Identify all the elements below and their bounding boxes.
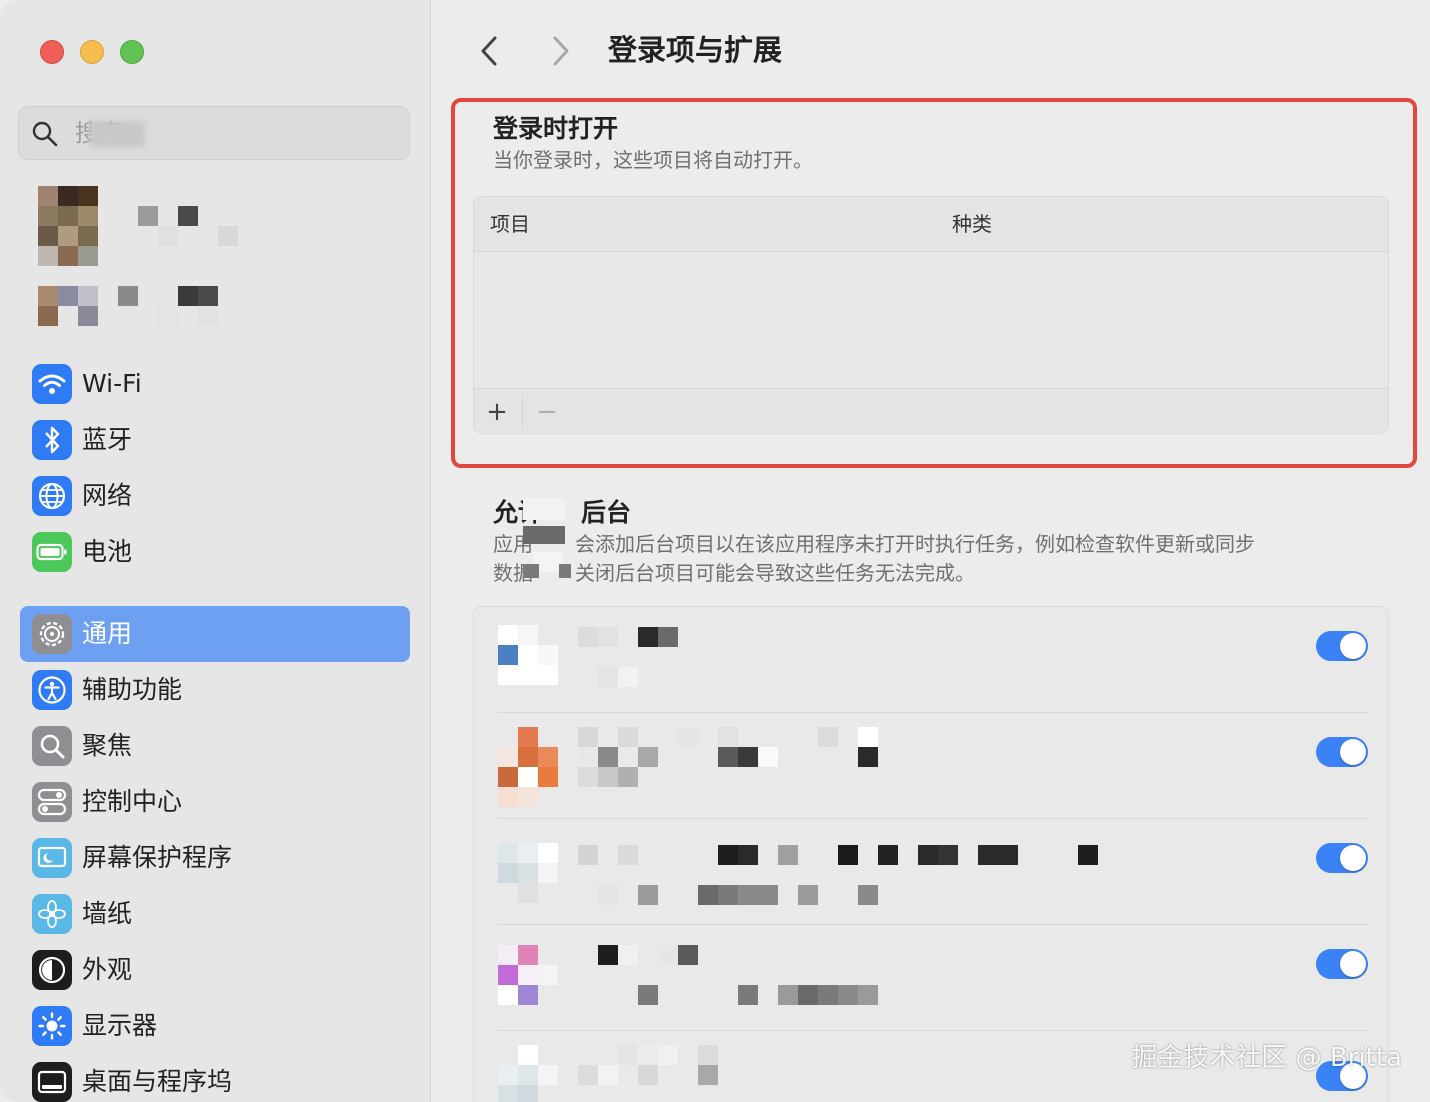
settings-window: 搜索 Wi-Fi 蓝牙 bbox=[0, 0, 1430, 1102]
sidebar-item-label: 通用 bbox=[82, 619, 133, 648]
sidebar-item-battery[interactable]: 电池 bbox=[20, 524, 410, 580]
screensaver-icon bbox=[32, 838, 72, 878]
column-header-kind[interactable]: 种类 bbox=[952, 209, 992, 239]
subtitle-part: 会添加后台项目以在该应用程序未打开时执行任务，例如检查软件更新或同步 bbox=[575, 532, 1255, 556]
bluetooth-icon bbox=[32, 420, 72, 460]
zoom-window-button[interactable] bbox=[120, 40, 144, 64]
sidebar-item-label: 显示器 bbox=[82, 1011, 158, 1040]
accessibility-icon bbox=[32, 670, 72, 710]
table-header: 项目 种类 bbox=[474, 197, 1388, 252]
sidebar-item-accessibility[interactable]: 辅助功能 bbox=[20, 662, 410, 718]
sidebar-item-label: 屏幕保护程序 bbox=[82, 843, 233, 872]
gear-icon bbox=[32, 614, 72, 654]
redaction-mask bbox=[523, 492, 573, 588]
table-toolbar: + − bbox=[474, 388, 1388, 435]
sidebar-item-displays[interactable]: 显示器 bbox=[20, 998, 410, 1054]
list-item[interactable] bbox=[474, 607, 1388, 713]
background-item-toggle[interactable] bbox=[1316, 949, 1368, 979]
sidebar-item-label: 墙纸 bbox=[82, 899, 133, 928]
background-item-toggle[interactable] bbox=[1316, 631, 1368, 661]
remove-item-button[interactable]: − bbox=[524, 395, 570, 429]
search-icon bbox=[32, 121, 58, 147]
minimize-window-button[interactable] bbox=[80, 40, 104, 64]
sidebar-item-wallpaper[interactable]: 墙纸 bbox=[20, 886, 410, 942]
search-input[interactable]: 搜索 bbox=[18, 106, 410, 160]
sidebar: 搜索 Wi-Fi 蓝牙 bbox=[0, 0, 431, 1102]
sidebar-item-appearance[interactable]: 外观 bbox=[20, 942, 410, 998]
globe-icon bbox=[32, 476, 72, 516]
sidebar-item-label: 电池 bbox=[82, 537, 133, 566]
sidebar-item-label: 蓝牙 bbox=[82, 425, 133, 454]
sidebar-item-control-center[interactable]: 控制中心 bbox=[20, 774, 410, 830]
sidebar-item-network[interactable]: 网络 bbox=[20, 468, 410, 524]
redaction-mask bbox=[89, 121, 145, 147]
sidebar-item-label: Wi-Fi bbox=[82, 369, 142, 398]
main-panel: 登录项与扩展 登录时打开 当你登录时，这些项目将自动打开。 项目 种类 + − … bbox=[431, 0, 1430, 1102]
sidebar-item-label: 辅助功能 bbox=[82, 675, 183, 704]
close-window-button[interactable] bbox=[40, 40, 64, 64]
sidebar-item-label: 聚焦 bbox=[82, 731, 133, 760]
sidebar-item-wifi[interactable]: Wi-Fi bbox=[20, 356, 410, 412]
sidebar-item-label: 桌面与程序坞 bbox=[82, 1067, 233, 1096]
list-item[interactable] bbox=[474, 925, 1388, 1031]
sidebar-item-general[interactable]: 通用 bbox=[20, 606, 410, 662]
background-items-list bbox=[473, 606, 1389, 1102]
background-section-subtitle: 应用 会添加后台项目以在该应用程序未打开时执行任务，例如检查软件更新或同步 数据关… bbox=[493, 530, 1353, 588]
account-avatar[interactable] bbox=[38, 186, 238, 326]
battery-icon bbox=[32, 532, 72, 572]
watermark-text: 掘金技术社区 @ Britta bbox=[1131, 1043, 1402, 1073]
brightness-icon bbox=[32, 1006, 72, 1046]
magnifier-icon bbox=[32, 726, 72, 766]
divider bbox=[522, 397, 523, 427]
column-header-item[interactable]: 项目 bbox=[490, 209, 530, 239]
sidebar-item-label: 网络 bbox=[82, 481, 133, 510]
appearance-icon bbox=[32, 950, 72, 990]
sidebar-item-bluetooth[interactable]: 蓝牙 bbox=[20, 412, 410, 468]
page-title: 登录项与扩展 bbox=[608, 33, 783, 67]
list-item[interactable] bbox=[474, 819, 1388, 925]
login-section-title: 登录时打开 bbox=[493, 114, 619, 143]
sidebar-item-desktop-dock[interactable]: 桌面与程序坞 bbox=[20, 1054, 410, 1102]
sidebar-item-label: 外观 bbox=[82, 955, 133, 984]
dock-icon bbox=[32, 1062, 72, 1102]
login-items-table[interactable]: 项目 种类 + − bbox=[473, 196, 1389, 435]
add-item-button[interactable]: + bbox=[474, 395, 520, 429]
toggles-icon bbox=[32, 782, 72, 822]
list-item[interactable] bbox=[474, 713, 1388, 819]
background-item-toggle[interactable] bbox=[1316, 843, 1368, 873]
sidebar-item-label: 控制中心 bbox=[82, 787, 183, 816]
forward-button[interactable] bbox=[545, 34, 575, 68]
sidebar-item-spotlight[interactable]: 聚焦 bbox=[20, 718, 410, 774]
login-section-subtitle: 当你登录时，这些项目将自动打开。 bbox=[493, 148, 813, 172]
flower-icon bbox=[32, 894, 72, 934]
title-part: 后台 bbox=[581, 498, 632, 527]
sidebar-item-screensaver[interactable]: 屏幕保护程序 bbox=[20, 830, 410, 886]
subtitle-part: 关闭后台项目可能会导致这些任务无法完成。 bbox=[575, 561, 975, 585]
background-item-toggle[interactable] bbox=[1316, 737, 1368, 767]
back-button[interactable] bbox=[475, 34, 505, 68]
wifi-icon bbox=[32, 364, 72, 404]
